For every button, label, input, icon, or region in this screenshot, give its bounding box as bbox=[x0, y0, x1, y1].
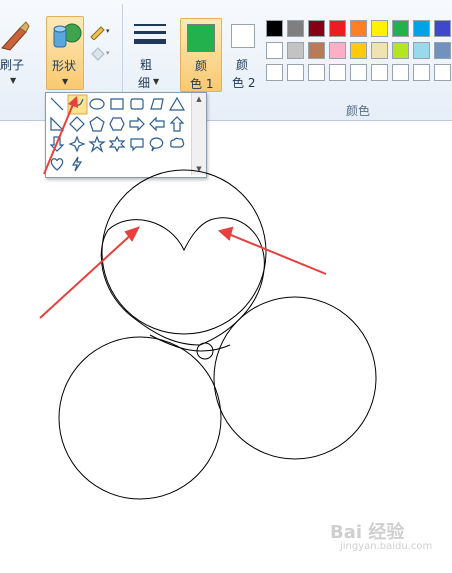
shape-oval-icon[interactable] bbox=[89, 98, 105, 110]
palette-swatch[interactable] bbox=[392, 64, 409, 81]
palette-swatch[interactable] bbox=[308, 42, 325, 59]
brush-button[interactable]: 刷子 ▼ bbox=[0, 16, 30, 90]
palette-swatch[interactable] bbox=[266, 20, 283, 37]
color1-swatch bbox=[187, 24, 215, 52]
size-button[interactable]: 粗 细 ▼ bbox=[128, 16, 172, 90]
palette-swatch[interactable] bbox=[329, 42, 346, 59]
shapes-label: 形状 bbox=[52, 59, 77, 73]
palette-swatch[interactable] bbox=[371, 42, 388, 59]
shape-triangle-icon[interactable] bbox=[168, 96, 186, 111]
color2-button[interactable]: 颜 色 2 bbox=[226, 18, 262, 92]
drawn-circle-right bbox=[213, 296, 377, 460]
palette-swatch[interactable] bbox=[413, 64, 430, 81]
palette-swatch[interactable] bbox=[392, 20, 409, 37]
color1-label-2: 色 1 bbox=[190, 77, 214, 91]
palette-swatch[interactable] bbox=[308, 20, 325, 37]
palette-swatch[interactable] bbox=[371, 20, 388, 37]
brush-label: 刷子 bbox=[0, 58, 25, 72]
shape-rectangle-icon[interactable] bbox=[110, 98, 124, 110]
palette-swatch[interactable] bbox=[308, 64, 325, 81]
brush-dropdown-icon: ▼ bbox=[10, 76, 17, 85]
palette-swatch[interactable] bbox=[413, 20, 430, 37]
size-dropdown-icon: ▼ bbox=[153, 77, 160, 86]
shapes-button[interactable]: 形状 ▼ bbox=[46, 16, 84, 90]
color1-label-1: 颜 bbox=[195, 59, 208, 73]
palette-swatch[interactable] bbox=[350, 42, 367, 59]
palette-swatch[interactable] bbox=[350, 20, 367, 37]
palette-swatch[interactable] bbox=[287, 64, 304, 81]
svg-text:▾: ▾ bbox=[106, 49, 110, 57]
palette-swatch[interactable] bbox=[371, 64, 388, 81]
annotation-arrow-curve bbox=[43, 96, 78, 175]
drawn-curve-connector bbox=[149, 334, 231, 352]
size-label-1: 粗 bbox=[140, 58, 153, 72]
shapes-dropdown-icon: ▼ bbox=[62, 77, 69, 86]
fill-bucket-icon: ▾ bbox=[91, 47, 110, 61]
fill-button[interactable]: ▾ bbox=[88, 44, 114, 62]
palette-swatch[interactable] bbox=[434, 20, 451, 37]
color1-button[interactable]: 颜 色 1 bbox=[180, 18, 222, 92]
shapes-icon bbox=[53, 23, 82, 48]
palette-swatch[interactable] bbox=[266, 42, 283, 59]
drawn-heart bbox=[100, 217, 265, 346]
line-width-icon bbox=[134, 24, 166, 44]
palette-swatch[interactable] bbox=[287, 20, 304, 37]
color2-label-1: 颜 bbox=[236, 58, 249, 72]
arrow-head-icon bbox=[217, 226, 234, 241]
palette-swatch[interactable] bbox=[287, 42, 304, 59]
palette-swatch[interactable] bbox=[329, 20, 346, 37]
drawn-circle-top bbox=[101, 169, 267, 335]
scroll-up-icon[interactable]: ▲ bbox=[192, 93, 206, 105]
svg-text:▾: ▾ bbox=[106, 27, 110, 35]
outline-button[interactable]: ▾ bbox=[88, 22, 114, 41]
annotation-arrow-right bbox=[225, 232, 327, 275]
watermark-sub: jingyan.baidu.com bbox=[340, 541, 433, 552]
shape-rounded-rectangle-icon[interactable] bbox=[130, 98, 144, 110]
palette-swatch[interactable] bbox=[413, 42, 430, 59]
shape-polygon-icon[interactable] bbox=[150, 98, 164, 110]
pencil-outline-icon: ▾ bbox=[90, 26, 110, 41]
size-label-2: 细 bbox=[138, 76, 151, 90]
drawing-canvas[interactable] bbox=[0, 121, 452, 573]
palette-swatch[interactable] bbox=[434, 42, 451, 59]
color2-label-2: 色 2 bbox=[232, 76, 256, 90]
palette-swatch[interactable] bbox=[434, 64, 451, 81]
palette-swatch[interactable] bbox=[266, 64, 283, 81]
palette-swatch[interactable] bbox=[329, 64, 346, 81]
palette-swatch[interactable] bbox=[392, 42, 409, 59]
brush-icon bbox=[1, 21, 30, 51]
palette-swatch[interactable] bbox=[350, 64, 367, 81]
colors-group-label: 颜色 bbox=[346, 104, 371, 118]
drawn-circle-left bbox=[58, 336, 222, 500]
color2-swatch bbox=[231, 24, 255, 48]
